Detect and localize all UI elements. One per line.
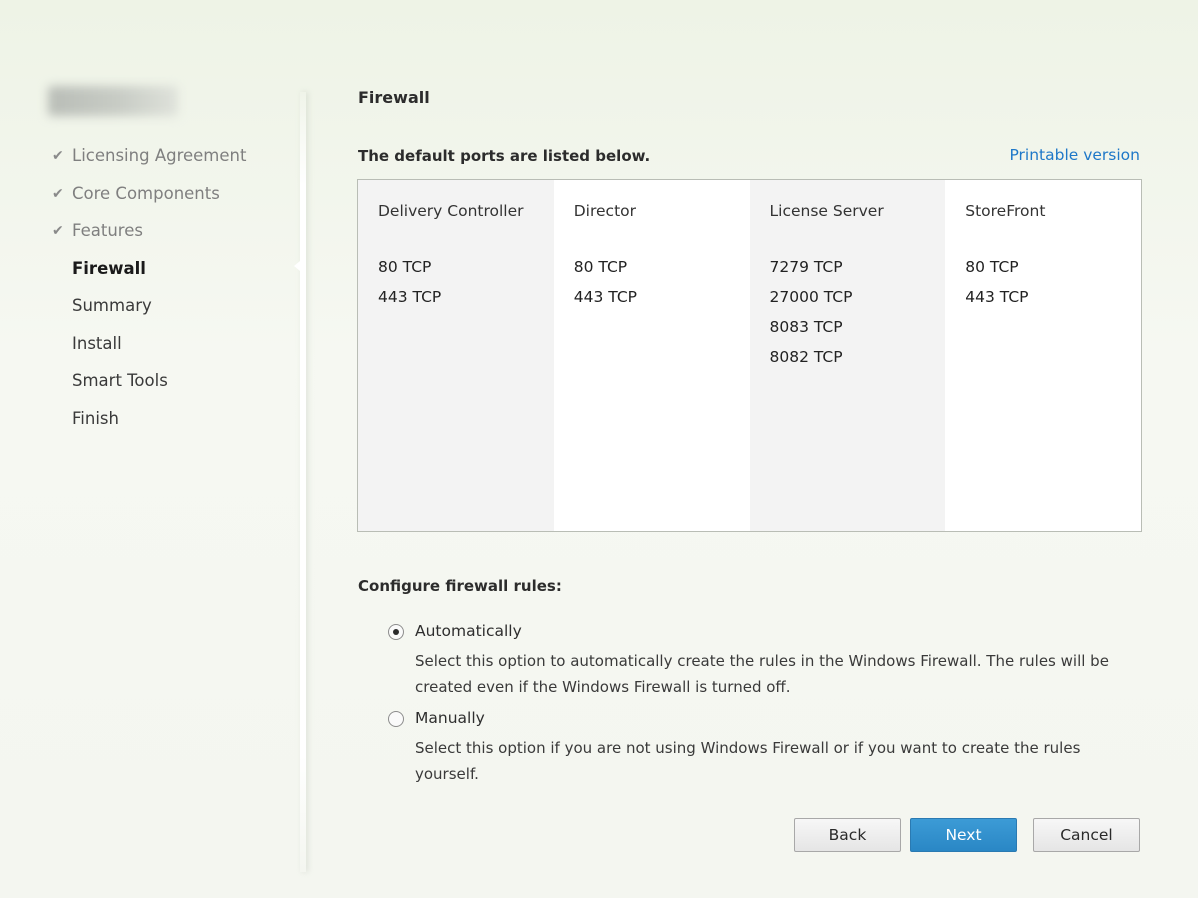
back-button[interactable]: Back xyxy=(794,818,901,852)
step-finish: Finish xyxy=(52,405,246,443)
step-summary: Summary xyxy=(52,292,246,330)
checkmark-icon: ✔ xyxy=(52,185,64,202)
current-step-pointer-icon xyxy=(294,256,306,276)
port-entry: 27000 TCP xyxy=(769,288,853,306)
column-header: License Server xyxy=(769,202,884,220)
port-entry: 80 TCP xyxy=(965,258,1019,276)
port-entry: 80 TCP xyxy=(378,258,432,276)
step-label: Summary xyxy=(72,296,152,315)
product-logo xyxy=(48,86,178,116)
ports-column-delivery-controller: Delivery Controller 80 TCP 443 TCP xyxy=(358,180,554,531)
page-title: Firewall xyxy=(358,88,430,107)
sidebar: ✔ Licensing Agreement ✔ Core Components … xyxy=(0,0,300,898)
cancel-button[interactable]: Cancel xyxy=(1033,818,1140,852)
step-label: Core Components xyxy=(72,183,220,203)
checkmark-icon: ✔ xyxy=(52,223,64,239)
step-label: Features xyxy=(72,221,143,240)
next-button[interactable]: Next xyxy=(910,818,1017,852)
main-panel: Firewall The default ports are listed be… xyxy=(306,0,1198,898)
ports-table: Delivery Controller 80 TCP 443 TCP Direc… xyxy=(357,179,1142,532)
step-label: Install xyxy=(72,333,122,353)
port-entry: 443 TCP xyxy=(965,288,1029,306)
step-features[interactable]: ✔ Features xyxy=(52,217,246,255)
port-entry: 8083 TCP xyxy=(769,318,843,336)
configure-firewall-label: Configure firewall rules: xyxy=(358,577,562,595)
step-label: Smart Tools xyxy=(72,371,168,390)
automatically-description: Select this option to automatically crea… xyxy=(415,652,1109,696)
ports-subheading: The default ports are listed below. xyxy=(358,147,651,165)
manually-radio[interactable] xyxy=(388,711,404,727)
manually-label[interactable]: Manually xyxy=(415,709,485,727)
ports-column-director: Director 80 TCP 443 TCP xyxy=(554,180,750,531)
ports-column-license-server: License Server 7279 TCP 27000 TCP 8083 T… xyxy=(749,180,946,531)
checkmark-icon: ✔ xyxy=(52,148,64,164)
step-label: Licensing Agreement xyxy=(72,146,247,165)
port-entry: 8082 TCP xyxy=(769,348,843,366)
automatically-radio[interactable] xyxy=(388,624,404,640)
port-entry: 80 TCP xyxy=(573,258,628,276)
port-entry: 443 TCP xyxy=(378,288,442,306)
printable-version-link[interactable]: Printable version xyxy=(1009,146,1140,164)
ports-column-storefront: StoreFront 80 TCP 443 TCP xyxy=(945,180,1141,531)
port-entry: 443 TCP xyxy=(573,288,637,306)
step-core-components[interactable]: ✔ Core Components xyxy=(52,180,246,218)
manually-description: Select this option if you are not using … xyxy=(415,739,1081,783)
column-header: Delivery Controller xyxy=(378,202,524,220)
step-label: Firewall xyxy=(72,258,146,278)
step-firewall: Firewall xyxy=(52,255,246,293)
step-smart-tools: Smart Tools xyxy=(52,367,246,405)
step-licensing-agreement[interactable]: ✔ Licensing Agreement xyxy=(52,142,246,180)
installer-window: ✔ Licensing Agreement ✔ Core Components … xyxy=(0,0,1198,898)
column-header: StoreFront xyxy=(965,202,1046,220)
step-label: Finish xyxy=(72,408,119,428)
automatically-label[interactable]: Automatically xyxy=(415,622,522,640)
step-install: Install xyxy=(52,330,246,368)
column-header: Director xyxy=(573,202,637,220)
port-entry: 7279 TCP xyxy=(769,258,843,276)
step-list: ✔ Licensing Agreement ✔ Core Components … xyxy=(52,142,246,442)
